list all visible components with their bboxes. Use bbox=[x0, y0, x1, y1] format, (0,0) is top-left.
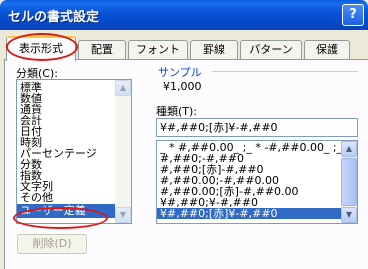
category-list[interactable]: 標準 数値 通貨 会計 日付 時刻 パーセンテージ 分数 指数 文字列 その他 … bbox=[16, 79, 132, 224]
category-item-selected[interactable]: ユーザー定義 bbox=[17, 204, 131, 218]
scroll-thumb[interactable] bbox=[341, 158, 357, 206]
window-title: セルの書式設定 bbox=[8, 10, 100, 25]
tab-alignment[interactable]: 配置 bbox=[78, 40, 126, 60]
sample-value: ¥1,000 bbox=[163, 80, 202, 93]
tab-pattern[interactable]: パターン bbox=[240, 40, 302, 60]
type-label: 種類(T): bbox=[156, 105, 198, 118]
tab-protection[interactable]: 保護 bbox=[304, 40, 350, 60]
sample-label: サンプル bbox=[158, 66, 202, 79]
help-button[interactable]: ? bbox=[342, 4, 364, 26]
tab-font[interactable]: フォント bbox=[128, 40, 188, 60]
scroll-up-icon[interactable]: ▲ bbox=[115, 80, 131, 96]
category-item[interactable]: その他 bbox=[17, 192, 131, 203]
type-list[interactable]: _ * #,##0.00_ ;_ * -#,##0.00_ ;_ * " #,#… bbox=[156, 140, 358, 224]
title-bar: セルの書式設定 ? bbox=[0, 0, 368, 30]
type-item-selected[interactable]: ¥#,##0;[赤]¥-#,##0 bbox=[157, 208, 341, 219]
tab-border[interactable]: 罫線 bbox=[190, 40, 238, 60]
category-scrollbar[interactable]: ▲ ▼ bbox=[115, 80, 131, 223]
sample-group-line bbox=[212, 71, 358, 72]
type-scrollbar[interactable]: ▲ ▼ bbox=[341, 141, 357, 223]
scroll-up-icon[interactable]: ▲ bbox=[341, 141, 357, 157]
type-input[interactable]: ¥#,##0;[赤]¥-#,##0 bbox=[156, 118, 358, 137]
scroll-down-icon[interactable]: ▼ bbox=[115, 207, 131, 223]
scroll-down-icon[interactable]: ▼ bbox=[341, 207, 357, 223]
delete-button[interactable]: 削除(D) bbox=[17, 234, 87, 254]
tab-number-format[interactable]: 表示形式 bbox=[6, 36, 76, 61]
